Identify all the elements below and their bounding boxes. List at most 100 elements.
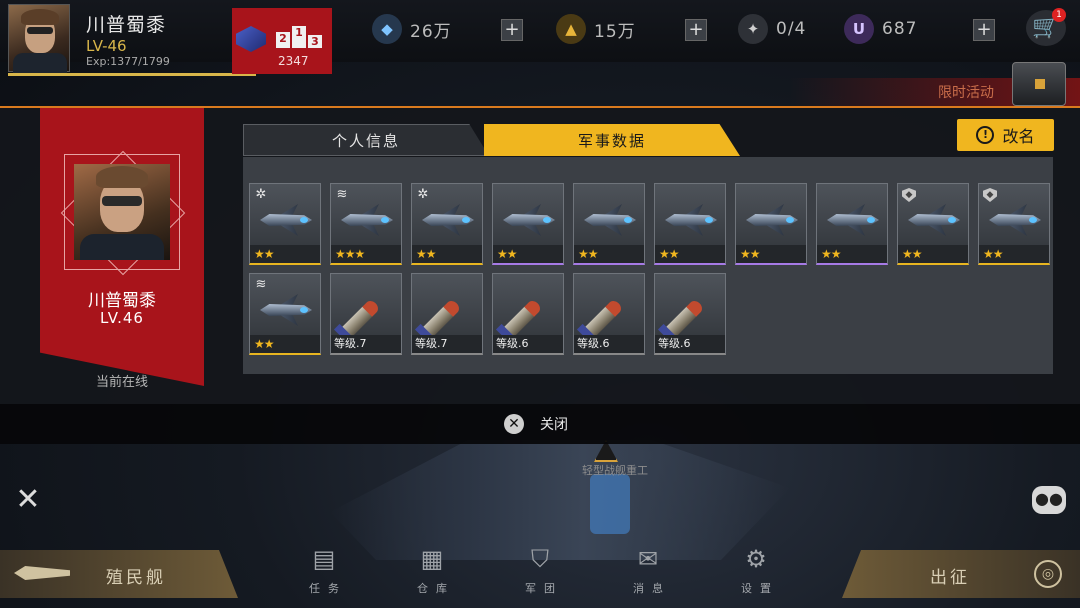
- ship-card[interactable]: ◆ ★★: [897, 183, 969, 265]
- item-level: 等级.7: [331, 335, 401, 353]
- ship-card[interactable]: ★★: [816, 183, 888, 265]
- item-level: 等级.6: [574, 335, 644, 353]
- player-name: 川普蜀黍: [86, 14, 167, 36]
- nav-item-legion[interactable]: ⛉ 军团: [486, 540, 594, 600]
- target-icon: ◎: [1034, 560, 1062, 588]
- nav-label: 消息: [633, 582, 671, 595]
- tab-personal-info[interactable]: 个人信息: [243, 124, 489, 156]
- fleet-icon: ✦: [738, 14, 768, 44]
- nav-label: 设置: [741, 582, 779, 595]
- ship-card[interactable]: ★★: [735, 183, 807, 265]
- cart-badge: 1: [1052, 8, 1066, 22]
- colony-ship-label: 殖民舰: [106, 568, 166, 588]
- ship-icon: [337, 200, 397, 240]
- ship-card[interactable]: ◆ ★★: [978, 183, 1050, 265]
- engine-glow: [590, 474, 630, 534]
- star-rating: ★★: [574, 245, 644, 263]
- star-rating: ★★: [655, 245, 725, 263]
- exp-bar: [8, 73, 256, 76]
- missile-card[interactable]: 等级.6: [654, 273, 726, 355]
- bottom-nav: ▤ 任务 ▦ 仓库 ⛉ 军团 ✉ 消息 ⚙ 设置: [270, 540, 810, 600]
- ship-icon: [742, 200, 802, 240]
- ship-card[interactable]: ≋ ★★: [249, 273, 321, 355]
- chat-icon[interactable]: ●●: [1032, 486, 1066, 514]
- resource-gold: ▲ 15万: [556, 14, 636, 44]
- gold-bar-icon: ▲: [556, 14, 586, 44]
- rename-button[interactable]: ! 改名: [957, 119, 1054, 151]
- ship-card[interactable]: ✲ ★★: [249, 183, 321, 265]
- ship-icon: [256, 200, 316, 240]
- gold-value: 15万: [594, 21, 636, 42]
- star-rating: ★★: [979, 245, 1049, 263]
- task-icon: ▤: [312, 545, 336, 573]
- ship-icon: [256, 290, 316, 330]
- nav-item-warehouse[interactable]: ▦ 仓库: [378, 540, 486, 600]
- rename-label: 改名: [1002, 127, 1035, 146]
- missile-card[interactable]: 等级.6: [573, 273, 645, 355]
- ship-icon: [985, 200, 1045, 240]
- star-rating: ★★: [736, 245, 806, 263]
- close-button[interactable]: ✕ 关闭: [504, 412, 568, 436]
- close-label: 关闭: [540, 417, 568, 433]
- deploy-label: 出征: [930, 568, 970, 588]
- limited-event-label[interactable]: 限时活动: [938, 82, 994, 102]
- tab-military-data[interactable]: 军事数据: [484, 124, 740, 156]
- player-exp: Exp:1377/1799: [86, 55, 170, 68]
- item-level: 等级.6: [655, 335, 725, 353]
- ship-card[interactable]: ✲ ★★: [411, 183, 483, 265]
- mail-icon: ✉: [637, 545, 659, 573]
- add-crystal-button[interactable]: +: [501, 19, 523, 41]
- resource-crystal: ◆ 26万: [372, 14, 452, 44]
- legion-icon: ⛉: [531, 545, 549, 573]
- nav-item-mail[interactable]: ✉ 消息: [594, 540, 702, 600]
- profile-level: LV.46: [100, 309, 144, 327]
- missile-icon: [576, 290, 640, 346]
- crystal-icon: ◆: [372, 14, 402, 44]
- player-level: LV-46: [86, 37, 127, 55]
- wings-badge-icon: ≋: [255, 277, 267, 292]
- podium-second: 2: [276, 32, 290, 48]
- ship-card[interactable]: ★★: [654, 183, 726, 265]
- ship-icon: [823, 200, 883, 240]
- star-rating: ★★: [898, 245, 968, 263]
- military-items-grid: ✲ ★★ ≋ ★★★ ✲ ★★ ★★ ★★ ★★ ★★ ★★ ◆ ★★ ◆ ★★ ≋ ★★ 等级.7 等级.7 等级.…: [243, 157, 1053, 374]
- podium-third: 3: [308, 35, 322, 48]
- ship-icon: [499, 200, 559, 240]
- star-rating: ★★: [493, 245, 563, 263]
- ship-icon: [580, 200, 640, 240]
- ship-card[interactable]: ★★: [573, 183, 645, 265]
- add-u-coin-button[interactable]: +: [973, 19, 995, 41]
- nav-label: 任务: [309, 582, 347, 595]
- gear-badge-icon: ✲: [255, 187, 267, 202]
- missile-card[interactable]: 等级.7: [330, 273, 402, 355]
- map-building-label[interactable]: 轻型战舰重工: [582, 462, 648, 478]
- add-gold-button[interactable]: +: [685, 19, 707, 41]
- nav-item-settings[interactable]: ⚙ 设置: [702, 540, 810, 600]
- star-rating: ★★: [817, 245, 887, 263]
- ship-icon: [418, 200, 478, 240]
- resource-u-coin: U 687: [844, 14, 917, 44]
- rank-score: 2347: [278, 54, 309, 68]
- settings-icon: ⚙: [745, 545, 767, 573]
- podium-first: 1: [292, 26, 306, 48]
- nav-label: 仓库: [417, 582, 455, 595]
- wrench-screwdriver-icon[interactable]: ✕: [10, 482, 46, 518]
- warehouse-icon: ▦: [420, 545, 444, 573]
- missile-card[interactable]: 等级.7: [411, 273, 483, 355]
- missile-icon: [495, 290, 559, 346]
- missile-icon: [333, 290, 397, 346]
- info-icon: !: [976, 126, 995, 144]
- nav-item-task[interactable]: ▤ 任务: [270, 540, 378, 600]
- nav-label: 军团: [525, 582, 563, 595]
- star-rating: ★★: [250, 245, 320, 263]
- close-icon: ✕: [504, 414, 524, 434]
- ship-card[interactable]: ≋ ★★★: [330, 183, 402, 265]
- player-avatar[interactable]: [8, 4, 70, 73]
- event-chest-icon[interactable]: [1012, 62, 1066, 106]
- u-coin-icon: U: [844, 14, 874, 44]
- resource-fleet: ✦ 0/4: [738, 14, 806, 44]
- missile-card[interactable]: 等级.6: [492, 273, 564, 355]
- crystal-value: 26万: [410, 21, 452, 42]
- ship-card[interactable]: ★★: [492, 183, 564, 265]
- star-rating: ★★: [250, 335, 320, 353]
